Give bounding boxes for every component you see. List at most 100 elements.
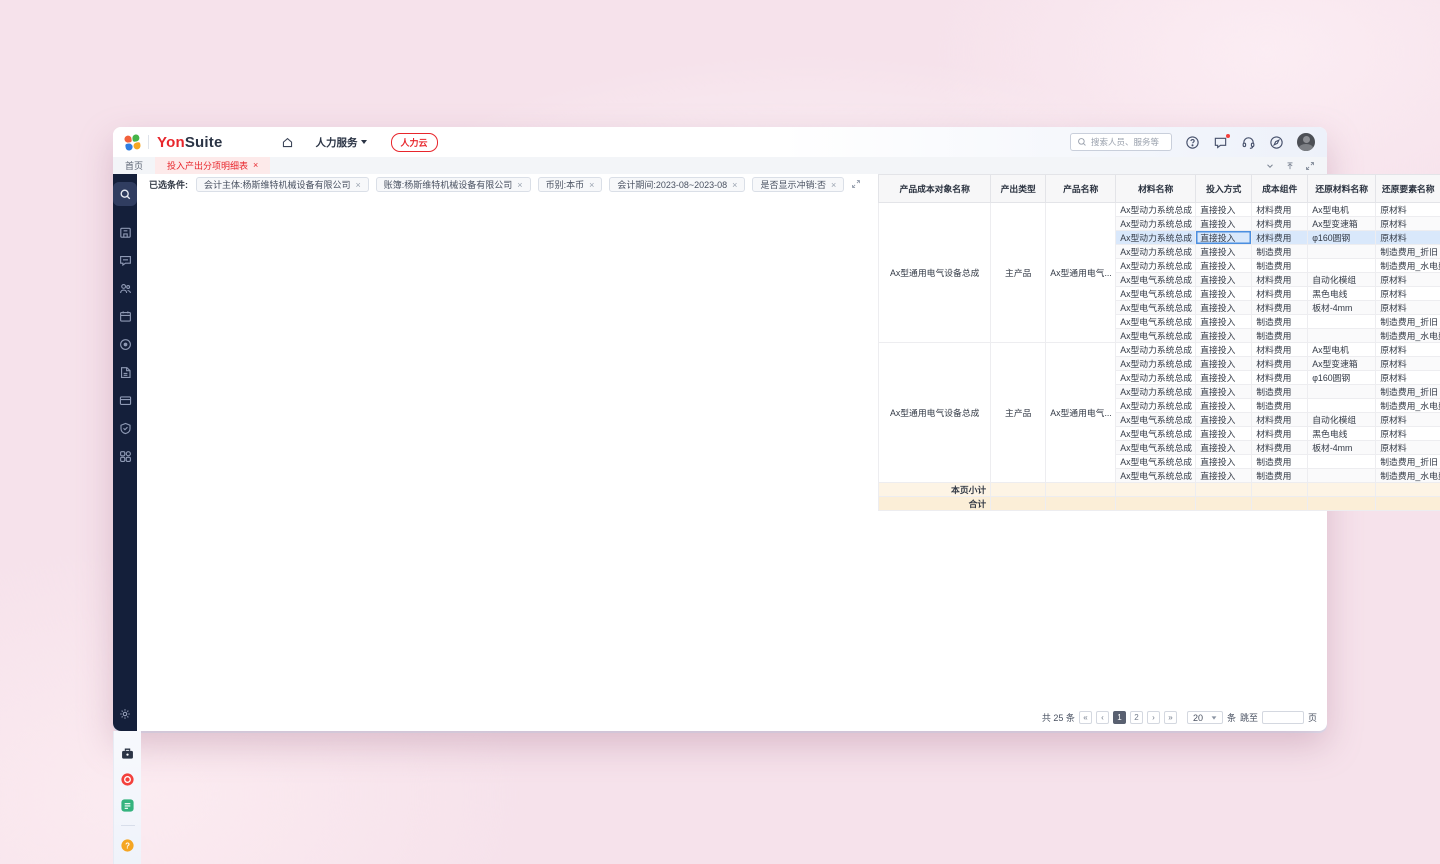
scroll-top-icon[interactable] [1285, 161, 1295, 171]
first-page-button[interactable]: « [1079, 711, 1092, 724]
cell-input-method[interactable]: 直接投入 [1196, 441, 1252, 455]
remove-filter-icon[interactable]: × [356, 180, 361, 190]
user-avatar[interactable] [1297, 133, 1315, 151]
cell-cost-component[interactable]: 材料费用 [1252, 371, 1308, 385]
cell-material-name[interactable]: Ax型动力系统总成 [1116, 245, 1196, 259]
cell-restore-element[interactable]: 原材料 [1376, 441, 1440, 455]
cell-restore-element[interactable]: 制造费用_折旧 [1376, 245, 1440, 259]
cell-material-name[interactable]: Ax型动力系统总成 [1116, 343, 1196, 357]
cell-restore-material[interactable]: Ax型变速箱 [1308, 217, 1376, 231]
cell-cost-component[interactable]: 材料费用 [1252, 287, 1308, 301]
support-headset-icon[interactable] [1241, 135, 1256, 150]
cell-cost-component[interactable]: 材料费用 [1252, 343, 1308, 357]
cell-input-method[interactable]: 直接投入 [1196, 329, 1252, 343]
cell-cost-component[interactable]: 制造费用 [1252, 385, 1308, 399]
cell-cost-component[interactable]: 材料费用 [1252, 231, 1308, 245]
cell-input-method[interactable]: 直接投入 [1196, 371, 1252, 385]
sidebar-settings-icon[interactable] [113, 707, 137, 721]
sidebar-badge-icon[interactable] [118, 421, 133, 436]
next-page-button[interactable]: › [1147, 711, 1160, 724]
cell-restore-material[interactable]: 黑色电线 [1308, 287, 1376, 301]
cell-restore-element[interactable]: 制造费用_折旧 [1376, 385, 1440, 399]
jump-page-input[interactable] [1262, 711, 1304, 724]
cell-restore-material[interactable]: φ160圆钢 [1308, 231, 1376, 245]
remove-filter-icon[interactable]: × [831, 180, 836, 190]
cell-material-name[interactable]: Ax型电气系统总成 [1116, 315, 1196, 329]
cell-restore-material[interactable] [1308, 469, 1376, 483]
filter-tag-book[interactable]: 账簿:杨斯维特机械设备有限公司× [376, 177, 531, 192]
sidebar-message-icon[interactable] [118, 253, 133, 268]
discover-compass-icon[interactable] [1269, 135, 1284, 150]
col-restore-element[interactable]: 还原要素名称 [1376, 175, 1440, 203]
cell-material-name[interactable]: Ax型电气系统总成 [1116, 455, 1196, 469]
cell-material-name[interactable]: Ax型动力系统总成 [1116, 217, 1196, 231]
cell-cost-component[interactable]: 材料费用 [1252, 217, 1308, 231]
col-material[interactable]: 材料名称 [1116, 175, 1196, 203]
cell-material-name[interactable]: Ax型电气系统总成 [1116, 469, 1196, 483]
remove-filter-icon[interactable]: × [589, 180, 594, 190]
table-row[interactable]: Ax型通用电气设备总成主产品Ax型通用电气...Ax型动力系统总成直接投入材料费… [879, 203, 1440, 217]
cell-restore-material[interactable] [1308, 315, 1376, 329]
col-object[interactable]: 产品成本对象名称 [879, 175, 991, 203]
col-input-method[interactable]: 投入方式 [1196, 175, 1252, 203]
cell-cost-component[interactable]: 制造费用 [1252, 259, 1308, 273]
cell-input-method[interactable]: 直接投入 [1196, 413, 1252, 427]
cell-restore-material[interactable]: 板材-4mm [1308, 301, 1376, 315]
cell-restore-element[interactable]: 制造费用_折旧 [1376, 315, 1440, 329]
feedback-icon[interactable] [1213, 135, 1228, 150]
cell-input-method[interactable]: 直接投入 [1196, 301, 1252, 315]
cell-restore-element[interactable]: 制造费用_水电费 [1376, 399, 1440, 413]
cell-restore-material[interactable]: φ160圆钢 [1308, 371, 1376, 385]
remove-filter-icon[interactable]: × [517, 180, 522, 190]
cell-restore-material[interactable] [1308, 329, 1376, 343]
cell-restore-element[interactable]: 原材料 [1376, 273, 1440, 287]
cell-restore-element[interactable]: 原材料 [1376, 203, 1440, 217]
sidebar-apps-icon[interactable] [118, 449, 133, 464]
cell-restore-material[interactable] [1308, 385, 1376, 399]
cell-material-name[interactable]: Ax型动力系统总成 [1116, 385, 1196, 399]
cell-cost-component[interactable]: 制造费用 [1252, 245, 1308, 259]
cell-restore-material[interactable] [1308, 399, 1376, 413]
cell-output-type[interactable]: 主产品 [991, 343, 1046, 483]
remove-filter-icon[interactable]: × [732, 180, 737, 190]
cell-cost-component[interactable]: 材料费用 [1252, 301, 1308, 315]
cell-material-name[interactable]: Ax型动力系统总成 [1116, 259, 1196, 273]
home-icon[interactable] [281, 136, 294, 149]
sidebar-team-icon[interactable] [118, 281, 133, 296]
filter-tag-entity[interactable]: 会计主体:杨斯维特机械设备有限公司× [196, 177, 369, 192]
cell-restore-element[interactable]: 原材料 [1376, 217, 1440, 231]
cell-cost-component[interactable]: 材料费用 [1252, 203, 1308, 217]
cell-restore-material[interactable]: 黑色电线 [1308, 427, 1376, 441]
cell-product[interactable]: Ax型通用电气... [1046, 343, 1116, 483]
cell-cost-component[interactable]: 材料费用 [1252, 273, 1308, 287]
col-output-type[interactable]: 产出类型 [991, 175, 1046, 203]
sidebar-target-icon[interactable] [118, 337, 133, 352]
col-restore-material[interactable]: 还原材料名称 [1308, 175, 1376, 203]
cell-material-name[interactable]: Ax型电气系统总成 [1116, 287, 1196, 301]
sidebar-search-icon[interactable] [113, 182, 137, 206]
cell-product[interactable]: Ax型通用电气... [1046, 203, 1116, 343]
cell-input-method[interactable]: 直接投入 [1196, 455, 1252, 469]
cell-restore-element[interactable]: 原材料 [1376, 343, 1440, 357]
tab-report[interactable]: 投入产出分项明细表 × [155, 157, 270, 174]
cell-restore-material[interactable]: Ax型电机 [1308, 203, 1376, 217]
cell-input-method[interactable]: 直接投入 [1196, 287, 1252, 301]
cell-input-method[interactable]: 直接投入 [1196, 231, 1252, 245]
cell-material-name[interactable]: Ax型电气系统总成 [1116, 301, 1196, 315]
cell-restore-material[interactable]: 自动化模组 [1308, 273, 1376, 287]
record-icon[interactable] [119, 771, 136, 788]
filter-tag-period[interactable]: 会计期间:2023-08~2023-08× [609, 177, 745, 192]
hr-cloud-badge[interactable]: 人力云 [391, 133, 438, 152]
cell-restore-material[interactable] [1308, 245, 1376, 259]
cell-material-name[interactable]: Ax型电气系统总成 [1116, 413, 1196, 427]
cell-material-name[interactable]: Ax型电气系统总成 [1116, 427, 1196, 441]
cell-input-method[interactable]: 直接投入 [1196, 357, 1252, 371]
cell-material-name[interactable]: Ax型动力系统总成 [1116, 371, 1196, 385]
cell-input-method[interactable]: 直接投入 [1196, 469, 1252, 483]
cell-restore-material[interactable]: Ax型变速箱 [1308, 357, 1376, 371]
cell-object[interactable]: Ax型通用电气设备总成 [879, 203, 991, 343]
nav-hr-service[interactable]: 人力服务 [316, 135, 367, 150]
close-tab-icon[interactable]: × [253, 161, 258, 170]
prev-page-button[interactable]: ‹ [1096, 711, 1109, 724]
sidebar-org-icon[interactable] [118, 225, 133, 240]
